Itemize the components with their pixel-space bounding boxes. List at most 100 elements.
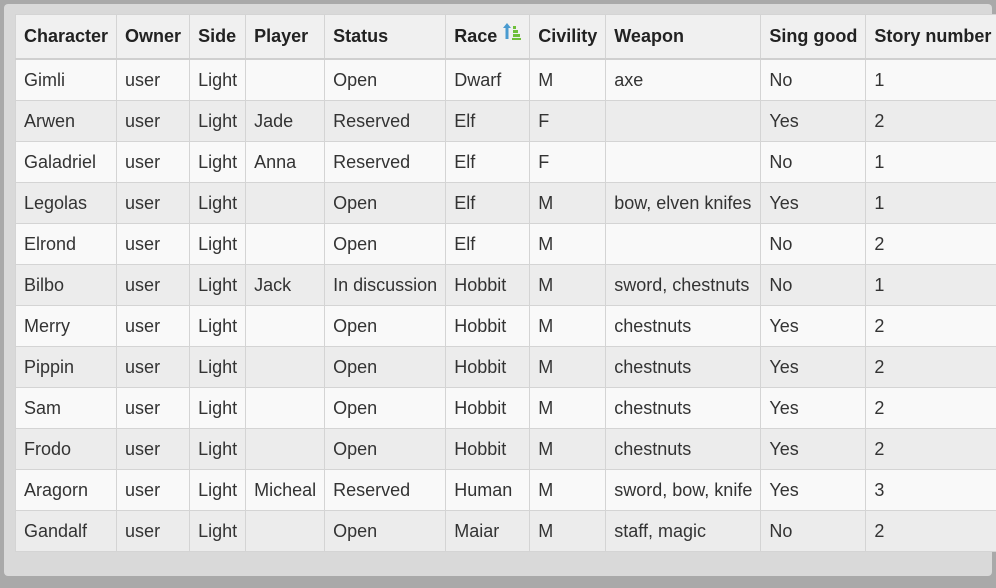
table-row[interactable]: Pippin user Light Open Hobbit Mchestnuts Yes 2	[14, 346, 996, 388]
cell-civility: F	[529, 141, 607, 183]
table-row[interactable]: Galadriel user Light Anna Reserved Elf F No 1	[14, 141, 996, 183]
cell-story-number: 2	[865, 428, 996, 470]
table-row[interactable]: Sam user Light Open Hobbit Mchestnuts Yes 2	[14, 387, 996, 429]
table-row[interactable]: Frodo user Light Open Hobbit Mchestnuts Yes 2	[14, 428, 996, 470]
column-header-owner[interactable]: Owner	[116, 14, 191, 60]
column-header-weapon[interactable]: Weapon	[605, 14, 762, 60]
column-header-sing-good[interactable]: Sing good	[760, 14, 867, 60]
cell-player	[245, 58, 326, 101]
column-header-story-number[interactable]: Story number	[865, 14, 996, 60]
cell-weapon: sword, bow, knife	[605, 469, 762, 511]
cell-side: Light	[189, 469, 247, 511]
cell-sing-good: Yes	[760, 182, 867, 224]
cell-player	[245, 510, 326, 552]
cell-side: Light	[189, 223, 247, 265]
cell-character: Elrond	[14, 223, 118, 265]
cell-character: Sam	[14, 387, 118, 429]
cell-side: Light	[189, 58, 247, 101]
table-container: Character Owner Side Player Status Race …	[4, 4, 996, 576]
column-header-side[interactable]: Side	[189, 14, 247, 60]
column-header-player[interactable]: Player	[245, 14, 326, 60]
table-row[interactable]: Bilbo user Light Jack In discussion Hobbit Msw…	[14, 264, 996, 306]
cell-weapon	[605, 223, 762, 265]
cell-story-number: 1	[865, 141, 996, 183]
cell-player: Anna	[245, 141, 326, 183]
cell-story-number: 2	[865, 387, 996, 429]
cell-weapon: chestnuts	[605, 387, 762, 429]
cell-character: Aragorn	[14, 469, 118, 511]
cell-owner: user	[116, 223, 191, 265]
cell-story-number: 1	[865, 58, 996, 101]
column-header-label: Sing good	[769, 26, 858, 46]
cell-character: Arwen	[14, 100, 118, 142]
sort-ascending-icon[interactable]	[503, 22, 522, 47]
column-header-race[interactable]: Race	[445, 14, 531, 60]
cell-owner: user	[116, 346, 191, 388]
cell-race: Elf	[445, 100, 531, 142]
cell-race: Maiar	[445, 510, 531, 552]
table-row[interactable]: Legolas user Light Open Elf Mbow, elven knife…	[14, 182, 996, 224]
cell-owner: user	[116, 469, 191, 511]
cell-weapon: bow, elven knifes	[605, 182, 762, 224]
cell-civility: M	[529, 223, 607, 265]
cell-race: Hobbit	[445, 387, 531, 429]
cell-side: Light	[189, 387, 247, 429]
cell-race: Dwarf	[445, 58, 531, 101]
cell-civility: M	[529, 469, 607, 511]
cell-status: Reserved	[324, 141, 447, 183]
column-header-status[interactable]: Status	[324, 14, 447, 60]
cell-side: Light	[189, 510, 247, 552]
cell-civility: M	[529, 305, 607, 347]
cell-weapon: chestnuts	[605, 428, 762, 470]
cell-race: Human	[445, 469, 531, 511]
cell-civility: F	[529, 100, 607, 142]
cell-civility: M	[529, 428, 607, 470]
cell-status: Open	[324, 223, 447, 265]
cell-owner: user	[116, 100, 191, 142]
column-header-label: Race	[454, 26, 498, 46]
table-row[interactable]: Merry user Light Open Hobbit Mchestnuts Yes 2	[14, 305, 996, 347]
cell-owner: user	[116, 264, 191, 306]
cell-weapon	[605, 100, 762, 142]
cell-sing-good: No	[760, 223, 867, 265]
table-row[interactable]: Aragorn user Light Micheal Reserved Human Mswo…	[14, 469, 996, 511]
column-header-label: Status	[333, 26, 389, 46]
cell-race: Elf	[445, 141, 531, 183]
cell-sing-good: No	[760, 58, 867, 101]
cell-owner: user	[116, 428, 191, 470]
cell-side: Light	[189, 182, 247, 224]
cell-player	[245, 346, 326, 388]
cell-weapon: staff, magic	[605, 510, 762, 552]
column-header-character[interactable]: Character	[14, 14, 118, 60]
cell-story-number: 2	[865, 346, 996, 388]
cell-player	[245, 428, 326, 470]
characters-table: Character Owner Side Player Status Race …	[14, 14, 996, 552]
table-row[interactable]: Gimli user Light Open Dwarf Maxe No 1	[14, 58, 996, 101]
cell-story-number: 3	[865, 469, 996, 511]
cell-side: Light	[189, 264, 247, 306]
table-row[interactable]: Gandalf user Light Open Maiar Mstaff, magic No…	[14, 510, 996, 552]
cell-side: Light	[189, 141, 247, 183]
cell-sing-good: Yes	[760, 428, 867, 470]
cell-status: Open	[324, 305, 447, 347]
cell-story-number: 1	[865, 264, 996, 306]
cell-sing-good: Yes	[760, 305, 867, 347]
cell-weapon: chestnuts	[605, 305, 762, 347]
cell-status: Open	[324, 428, 447, 470]
cell-story-number: 2	[865, 510, 996, 552]
column-header-label: Player	[254, 26, 309, 46]
cell-character: Gimli	[14, 58, 118, 101]
table-row[interactable]: Elrond user Light Open Elf M No 2	[14, 223, 996, 265]
header-row: Character Owner Side Player Status Race …	[14, 14, 996, 60]
cell-player: Micheal	[245, 469, 326, 511]
cell-player: Jade	[245, 100, 326, 142]
cell-weapon: sword, chestnuts	[605, 264, 762, 306]
cell-owner: user	[116, 387, 191, 429]
column-header-civility[interactable]: Civility	[529, 14, 607, 60]
cell-side: Light	[189, 305, 247, 347]
table-row[interactable]: Arwen user Light Jade Reserved Elf F Yes 2	[14, 100, 996, 142]
cell-player	[245, 305, 326, 347]
cell-character: Frodo	[14, 428, 118, 470]
cell-race: Hobbit	[445, 264, 531, 306]
table-header: Character Owner Side Player Status Race …	[14, 14, 996, 60]
